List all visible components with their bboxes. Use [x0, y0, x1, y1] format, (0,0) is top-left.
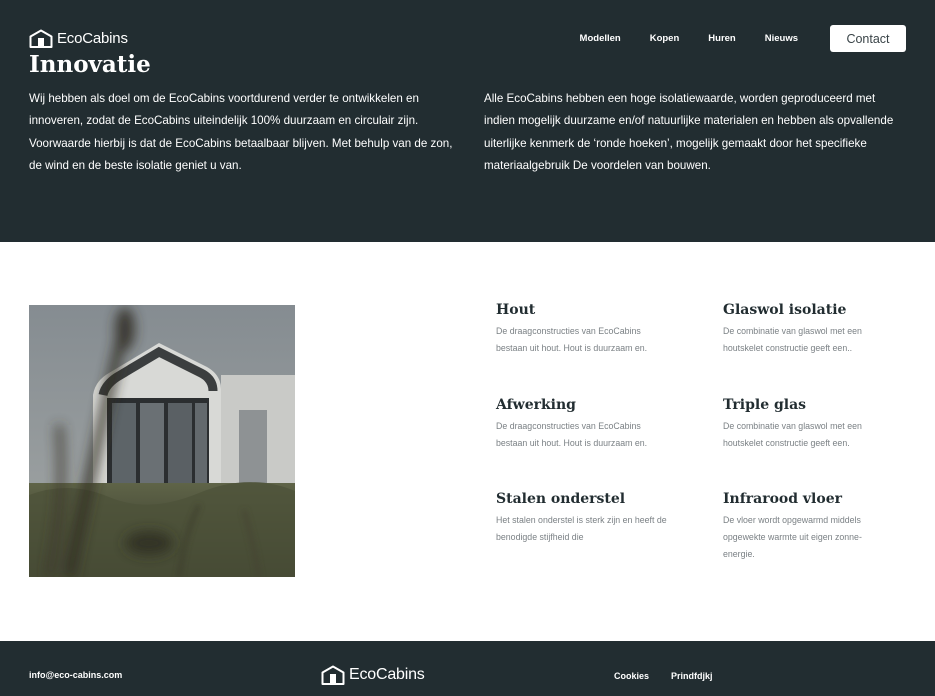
- nav-link-huren[interactable]: Huren: [708, 33, 735, 44]
- footer-logo-text: EcoCabins: [349, 665, 425, 683]
- feature-title: Afwerking: [496, 397, 576, 413]
- footer-logo[interactable]: EcoCabins: [321, 665, 425, 685]
- feature-title: Stalen onderstel: [496, 491, 626, 507]
- feature-text: Het stalen onderstel is sterk zijn en he…: [496, 515, 667, 542]
- feature-hout: Hout De draagconstructies van EcoCabins …: [496, 302, 686, 357]
- nav-link-nieuws[interactable]: Nieuws: [765, 33, 798, 44]
- header-logo[interactable]: EcoCabins: [29, 29, 128, 48]
- contact-button[interactable]: Contact: [830, 25, 906, 52]
- footer-link-cookies[interactable]: Cookies: [614, 671, 649, 681]
- header-logo-text: EcoCabins: [57, 30, 128, 47]
- footer-link-prindfdjkj[interactable]: Prindfdjkj: [671, 671, 713, 681]
- feature-triple-glas: Triple glas De combinatie van glaswol me…: [723, 397, 913, 452]
- footer: info@eco-cabins.com EcoCabins Cookies Pr…: [0, 641, 935, 696]
- feature-title: Glaswol isolatie: [723, 302, 847, 318]
- feature-text: De combinatie van glaswol met een houtsk…: [723, 326, 862, 353]
- nav-link-kopen[interactable]: Kopen: [650, 33, 680, 44]
- cabin-photo: [29, 305, 295, 577]
- feature-title: Triple glas: [723, 397, 807, 413]
- feature-title: Hout: [496, 302, 536, 318]
- cabin-logo-icon: [29, 29, 53, 48]
- intro-text-left: Wij hebben als doel om de EcoCabins voor…: [29, 92, 453, 172]
- feature-text: De draagconstructies van EcoCabins besta…: [496, 421, 648, 448]
- cabin-logo-icon: [321, 665, 345, 685]
- nav-link-modellen[interactable]: Modellen: [580, 33, 621, 44]
- feature-infrarood-vloer: Infrarood vloer De vloer wordt opgewarmd…: [723, 491, 913, 563]
- feature-text: De vloer wordt opgewarmd middels opgewek…: [723, 515, 862, 559]
- feature-stalen-onderstel: Stalen onderstel Het stalen onderstel is…: [496, 491, 686, 546]
- footer-email-link[interactable]: info@eco-cabins.com: [29, 670, 122, 680]
- main-nav: Modellen Kopen Huren Nieuws Contact: [580, 25, 906, 52]
- feature-afwerking: Afwerking De draagconstructies van EcoCa…: [496, 397, 686, 452]
- hero-section: EcoCabins Modellen Kopen Huren Nieuws Co…: [0, 0, 935, 242]
- feature-title: Infrarood vloer: [723, 491, 842, 507]
- feature-text: De draagconstructies van EcoCabins besta…: [496, 326, 648, 353]
- feature-glaswol-isolatie: Glaswol isolatie De combinatie van glasw…: [723, 302, 913, 357]
- page-title: Innovatie: [29, 51, 151, 78]
- feature-text: De combinatie van glaswol met een houtsk…: [723, 421, 862, 448]
- intro-text-right: Alle EcoCabins hebben een hoge isolatiew…: [484, 92, 894, 172]
